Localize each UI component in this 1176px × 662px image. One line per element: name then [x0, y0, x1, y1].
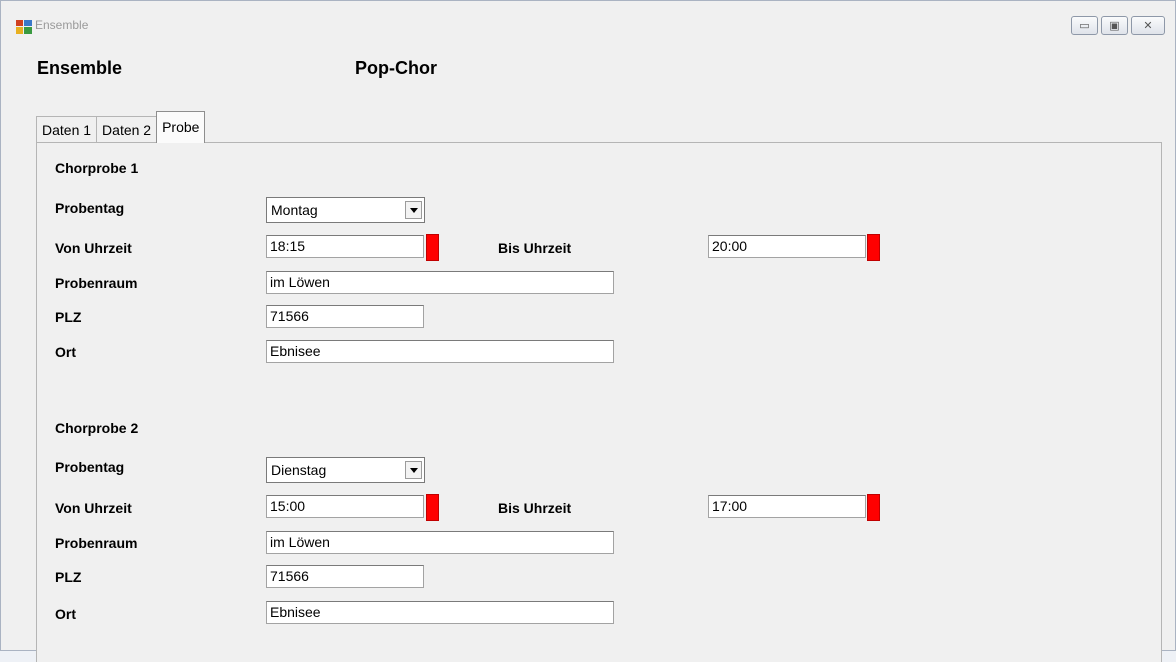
- chevron-down-icon[interactable]: [405, 201, 422, 219]
- probentag-2-select[interactable]: Dienstag: [266, 457, 425, 483]
- ort-2-input[interactable]: Ebnisee: [266, 601, 614, 624]
- close-icon: ✕: [1143, 19, 1153, 32]
- von-uhrzeit-1-label: Von Uhrzeit: [55, 240, 132, 256]
- bis-uhrzeit-2-input[interactable]: 17:00: [708, 495, 866, 518]
- plz-2-label: PLZ: [55, 569, 82, 585]
- probe-tab-panel: [36, 142, 1162, 662]
- chevron-down-icon[interactable]: [405, 461, 422, 479]
- window-title: Ensemble: [35, 18, 89, 32]
- bis-uhrzeit-2-marker[interactable]: [867, 494, 880, 521]
- main-window: Ensemble ▭ ▣ ✕ Ensemble Pop-Chor Daten 1…: [0, 0, 1176, 662]
- tab-strip: Daten 1 Daten 2 Probe: [36, 111, 206, 143]
- title-bar[interactable]: Ensemble ▭ ▣ ✕: [1, 1, 1175, 47]
- app-window-icon: [16, 20, 32, 34]
- von-uhrzeit-1-marker[interactable]: [426, 234, 439, 261]
- von-uhrzeit-2-marker[interactable]: [426, 494, 439, 521]
- tab-daten-1[interactable]: Daten 1: [36, 116, 98, 143]
- probentag-1-select[interactable]: Montag: [266, 197, 425, 223]
- tab-probe[interactable]: Probe: [156, 111, 206, 143]
- plz-2-input[interactable]: 71566: [266, 565, 424, 588]
- maximize-button[interactable]: ▣: [1101, 16, 1128, 35]
- ensemble-name: Pop-Chor: [355, 58, 437, 78]
- ort-1-input[interactable]: Ebnisee: [266, 340, 614, 363]
- von-uhrzeit-1-input[interactable]: 18:15: [266, 235, 424, 258]
- bis-uhrzeit-1-input[interactable]: 20:00: [708, 235, 866, 258]
- tab-daten-2[interactable]: Daten 2: [96, 116, 158, 143]
- probenraum-1-label: Probenraum: [55, 275, 138, 291]
- probenraum-1-input[interactable]: im Löwen: [266, 271, 614, 294]
- von-uhrzeit-2-input[interactable]: 15:00: [266, 495, 424, 518]
- ensemble-label: Ensemble: [37, 58, 123, 78]
- probenraum-2-label: Probenraum: [55, 535, 138, 551]
- bis-uhrzeit-1-label: Bis Uhrzeit: [498, 240, 572, 256]
- close-button[interactable]: ✕: [1131, 16, 1165, 35]
- von-uhrzeit-2-label: Von Uhrzeit: [55, 500, 132, 516]
- window-controls: ▭ ▣ ✕: [1068, 16, 1165, 35]
- probentag-2-label: Probentag: [55, 459, 125, 475]
- bis-uhrzeit-1-marker[interactable]: [867, 234, 880, 261]
- probentag-2-value: Dienstag: [271, 462, 327, 478]
- maximize-icon: ▣: [1109, 19, 1120, 32]
- chorprobe-1-title: Chorprobe 1: [55, 160, 139, 176]
- bis-uhrzeit-2-label: Bis Uhrzeit: [498, 500, 572, 516]
- probentag-1-label: Probentag: [55, 200, 125, 216]
- minimize-button[interactable]: ▭: [1071, 16, 1098, 35]
- minimize-icon: ▭: [1079, 19, 1090, 32]
- probenraum-2-input[interactable]: im Löwen: [266, 531, 614, 554]
- plz-1-label: PLZ: [55, 309, 82, 325]
- plz-1-input[interactable]: 71566: [266, 305, 424, 328]
- chorprobe-2-title: Chorprobe 2: [55, 420, 139, 436]
- ort-2-label: Ort: [55, 606, 76, 622]
- ort-1-label: Ort: [55, 344, 76, 360]
- probentag-1-value: Montag: [271, 202, 318, 218]
